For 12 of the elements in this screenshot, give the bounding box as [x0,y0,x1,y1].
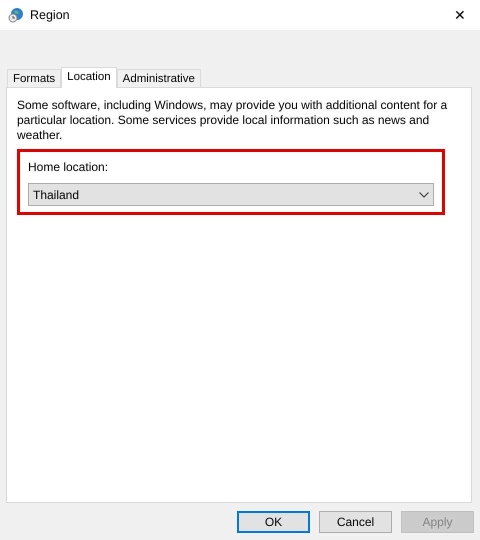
close-button[interactable]: ✕ [448,8,472,22]
window-title: Region [30,6,70,24]
tab[interactable]: Administrative [116,69,201,87]
dialog-button[interactable]: Cancel [319,511,392,533]
description-text: Some software, including Windows, may provide you with additional content for a particular location. Some services provide local information such as news and weather. [17,98,448,143]
globe-icon [8,7,24,23]
tab[interactable]: Formats [7,69,62,87]
tab[interactable]: Location [61,67,117,88]
home-location-dropdown[interactable]: Thailand [28,183,434,206]
dialog-button[interactable]: OK [237,511,310,533]
chevron-down-icon [419,192,429,198]
home-location-label: Home location: [28,159,110,176]
